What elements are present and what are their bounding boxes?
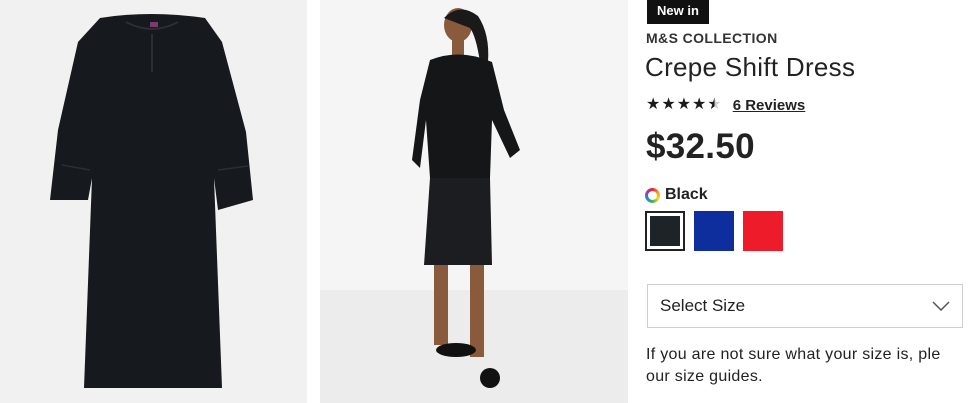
- colour-swatches: [645, 211, 783, 251]
- product-price: $32.50: [646, 127, 755, 166]
- size-help-text: If you are not sure what your size is, p…: [646, 344, 970, 388]
- colour-ring-icon: [645, 187, 660, 203]
- rating-row: ★ ★ ★ ★ ★ 6 Reviews: [646, 96, 805, 114]
- selected-colour-name: Black: [665, 186, 708, 203]
- star-icon: ★: [661, 96, 676, 113]
- swatch-fill: [650, 216, 680, 246]
- star-rating: ★ ★ ★ ★ ★: [646, 97, 722, 113]
- star-icon: ★: [676, 96, 692, 113]
- colour-swatch-black[interactable]: [645, 211, 685, 251]
- reviews-link[interactable]: 6 Reviews: [733, 97, 806, 114]
- new-in-badge: New in: [647, 0, 709, 24]
- model-illustration: [320, 8, 628, 403]
- product-info-panel: New in M&S COLLECTION Crepe Shift Dress …: [644, 0, 970, 403]
- dress-flat-lay-image[interactable]: [0, 0, 307, 403]
- star-icon: ★: [646, 96, 661, 113]
- brand-label: M&S COLLECTION: [646, 30, 778, 46]
- colour-swatch-blue[interactable]: [694, 211, 734, 251]
- model-wearing-dress-image[interactable]: [320, 0, 628, 403]
- star-half-icon: ★: [707, 96, 722, 113]
- size-select-label: Select Size: [660, 296, 746, 315]
- colour-swatch-red[interactable]: [743, 211, 783, 251]
- size-help-line-1: If you are not sure what your size is, p…: [646, 346, 941, 363]
- colour-selection-label: Black: [645, 185, 708, 205]
- dress-illustration: [50, 14, 253, 388]
- product-title: Crepe Shift Dress: [645, 52, 856, 82]
- size-select-dropdown[interactable]: Select Size: [647, 284, 963, 328]
- chevron-down-icon: [932, 301, 950, 311]
- swatch-fill: [694, 211, 734, 251]
- size-help-line-2: our size guides.: [646, 368, 763, 385]
- star-icon: ★: [692, 96, 707, 113]
- swatch-fill: [743, 211, 783, 251]
